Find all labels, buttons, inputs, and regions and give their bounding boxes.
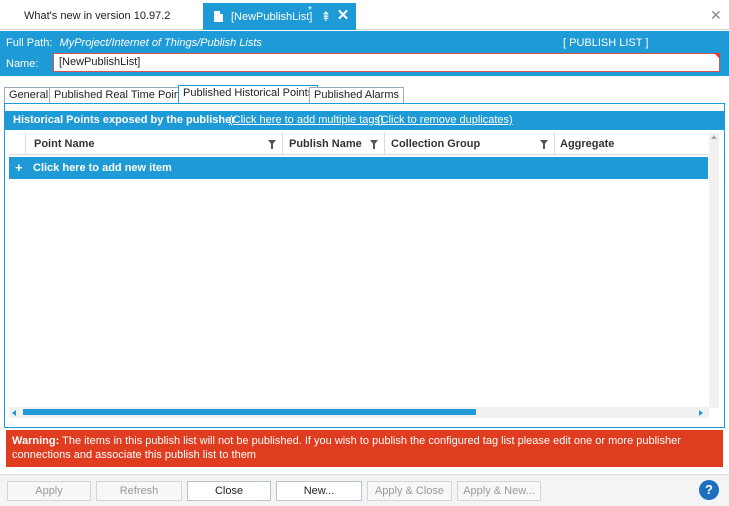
pin-icon[interactable]: ⇞ — [319, 9, 333, 25]
window-close-icon[interactable]: ✕ — [710, 7, 722, 24]
warning-text: The items in this publish list will not … — [12, 435, 681, 461]
column-aggregate-label: Aggregate — [560, 138, 615, 150]
apply-close-button[interactable]: Apply & Close — [367, 481, 452, 501]
add-new-item-row[interactable]: + Click here to add new item — [9, 157, 708, 179]
new-button[interactable]: New... — [276, 481, 362, 501]
tab-published-real-time-points[interactable]: Published Real Time Points — [49, 87, 194, 103]
row-indicator-column — [9, 133, 26, 155]
column-aggregate[interactable]: Aggregate — [555, 133, 709, 155]
header-panel: Full Path: MyProject/Internet of Things/… — [0, 31, 729, 76]
column-publish-name[interactable]: Publish Name — [283, 133, 385, 155]
button-bar: Apply Refresh Close New... Apply & Close… — [0, 474, 729, 506]
apply-button[interactable]: Apply — [7, 481, 91, 501]
close-button[interactable]: Close — [187, 481, 271, 501]
tab-published-alarms[interactable]: Published Alarms — [309, 87, 404, 103]
scroll-up-icon[interactable] — [711, 135, 717, 139]
add-multiple-tags-link[interactable]: (Click here to add multiple tags) — [229, 111, 384, 130]
remove-duplicates-link[interactable]: (Click to remove duplicates) — [377, 111, 513, 130]
column-collection-group[interactable]: Collection Group — [385, 133, 555, 155]
grid-caption-bar: Historical Points exposed by the publish… — [5, 111, 724, 130]
name-label: Name: — [6, 58, 39, 70]
tab-published-historical-points[interactable]: Published Historical Points — [178, 85, 319, 103]
filter-icon[interactable] — [540, 140, 548, 149]
scroll-right-icon[interactable] — [699, 410, 703, 416]
column-point-name[interactable]: Point Name — [26, 133, 283, 155]
column-publish-name-label: Publish Name — [289, 138, 362, 150]
help-icon[interactable]: ? — [699, 480, 719, 500]
horizontal-scrollbar[interactable] — [9, 407, 709, 418]
tab-new-publish-list[interactable]: [NewPublishList] * ⇞ ✕ — [203, 3, 356, 30]
file-icon — [214, 11, 223, 22]
tab-general[interactable]: General — [4, 87, 54, 103]
name-input[interactable]: [NewPublishList] — [53, 53, 720, 72]
close-tab-icon[interactable]: ✕ — [336, 8, 350, 24]
modified-indicator: * — [308, 5, 312, 16]
tab-new-publish-list-label: [NewPublishList] — [231, 11, 313, 23]
warning-prefix: Warning: — [12, 435, 60, 447]
grid-caption-title: Historical Points exposed by the publish… — [13, 114, 236, 126]
warning-banner: Warning: The items in this publish list … — [6, 430, 723, 467]
full-path-value: MyProject/Internet of Things/Publish Lis… — [59, 37, 262, 49]
refresh-button[interactable]: Refresh — [96, 481, 182, 501]
tab-whats-new[interactable]: What's new in version 10.97.2 — [24, 2, 170, 30]
add-new-item-label: Click here to add new item — [33, 162, 172, 174]
vertical-scrollbar[interactable] — [709, 133, 719, 408]
document-tab-bar: What's new in version 10.97.2 [NewPublis… — [0, 0, 729, 30]
column-collection-group-label: Collection Group — [391, 138, 481, 150]
apply-new-button[interactable]: Apply & New... — [457, 481, 541, 501]
filter-icon[interactable] — [268, 140, 276, 149]
list-type-label: [ PUBLISH LIST ] — [563, 37, 649, 49]
column-point-name-label: Point Name — [34, 138, 95, 150]
full-path: Full Path: MyProject/Internet of Things/… — [6, 37, 262, 49]
filter-icon[interactable] — [370, 140, 378, 149]
full-path-label: Full Path: — [6, 37, 53, 49]
horizontal-scroll-thumb[interactable] — [23, 409, 476, 415]
grid-column-headers: Point Name Publish Name Collection Group… — [9, 133, 709, 155]
scroll-left-icon[interactable] — [12, 410, 16, 416]
plus-icon: + — [15, 160, 23, 175]
